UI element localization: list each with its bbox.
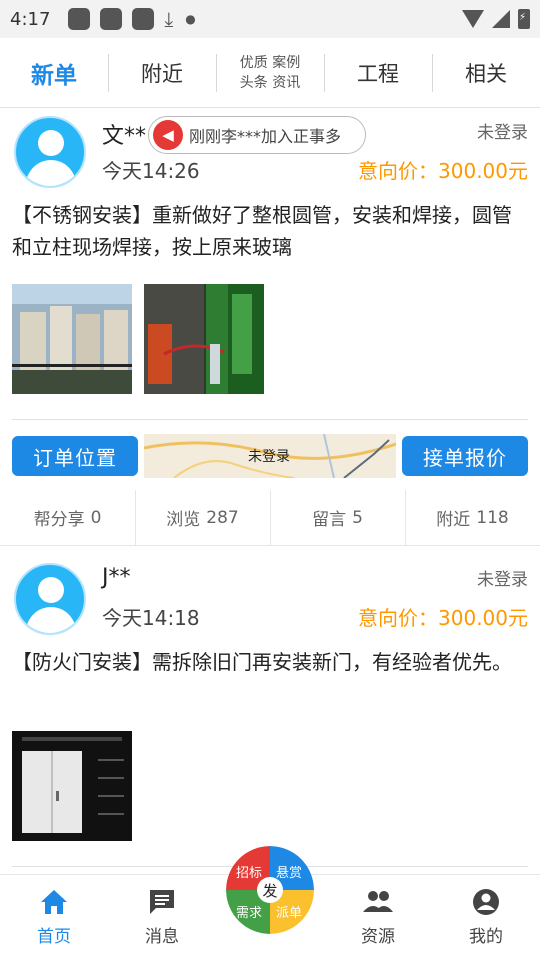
wifi-icon <box>462 10 484 28</box>
profile-icon <box>473 889 499 915</box>
username: 文** <box>102 124 147 149</box>
nearby-stat[interactable]: 附近 118 <box>405 490 540 546</box>
order-location-button[interactable]: 订单位置 <box>12 436 138 476</box>
photo-thumbnail[interactable] <box>12 284 132 394</box>
tab-new-orders[interactable]: 新单 <box>0 54 108 92</box>
fab-segment-dispatch: 派单 <box>276 906 303 921</box>
publish-button[interactable]: 招标 悬赏 需求 派单 发 <box>226 846 314 934</box>
order-description: 【不锈钢安装】重新做好了整根圆管，安装和焊接，圆管和立柱现场焊接，按上原来玻璃 <box>12 203 512 259</box>
location-map[interactable]: 未登录 <box>144 434 396 478</box>
share-stat[interactable]: 帮分享 0 <box>0 490 135 545</box>
intended-price: 意向价：300.00元 <box>358 159 528 183</box>
map-label: 未登录 <box>248 449 290 465</box>
order-actions: 订单位置 未登录 接单报价 <box>12 434 528 478</box>
nav-messages[interactable]: 消息 <box>108 875 216 960</box>
login-status: 未登录 <box>477 123 528 143</box>
fab-segment-tender: 招标 <box>236 866 263 881</box>
photo-thumbnail[interactable] <box>12 731 132 841</box>
order-card[interactable]: 文** 未登录 今天14:26 意向价：300.00元 【不锈钢安装】重新做好了… <box>0 108 540 548</box>
tab-engineering[interactable]: 工程 <box>324 53 432 92</box>
tab-featured[interactable]: 优质 案例 头条 资讯 <box>216 53 324 92</box>
home-icon <box>41 890 67 914</box>
tab-nearby[interactable]: 附近 <box>108 53 216 92</box>
nav-resources[interactable]: 资源 <box>324 875 432 960</box>
avatar[interactable] <box>14 563 86 635</box>
nav-home[interactable]: 首页 <box>0 875 108 960</box>
nav-profile[interactable]: 我的 <box>432 875 540 960</box>
tab-featured-line2: 头条 资讯 <box>239 74 301 91</box>
photo-thumbnail[interactable] <box>144 284 264 394</box>
tab-featured-line1: 优质 案例 <box>239 54 301 71</box>
download-icon: ⤓ <box>164 7 174 31</box>
avatar[interactable] <box>14 116 86 188</box>
username: J** <box>102 565 131 590</box>
join-notice: ◀ 刚刚李***加入正事多 <box>148 116 366 154</box>
more-notifications-icon: ● <box>185 12 196 26</box>
status-time: 4:17 <box>10 8 51 30</box>
order-stats: 帮分享 0 浏览 287 留言 5 附近 118 <box>0 490 540 546</box>
message-icon <box>150 890 174 914</box>
post-time: 今天14:26 <box>102 159 200 183</box>
login-status: 未登录 <box>477 570 528 590</box>
divider <box>12 419 528 420</box>
intended-price: 意向价：300.00元 <box>358 606 528 630</box>
order-description: 【防火门安装】需拆除旧门再安装新门，有经验者优先。 <box>12 650 512 674</box>
comments-stat[interactable]: 留言 5 <box>270 490 405 546</box>
fab-segment-demand: 需求 <box>236 906 263 921</box>
speaker-icon: ◀ <box>153 120 183 150</box>
fab-center-label: 发 <box>257 877 283 903</box>
battery-icon <box>518 9 530 29</box>
signal-icon <box>492 10 510 28</box>
views-stat: 浏览 287 <box>135 490 270 546</box>
status-bar: 4:17 ⤓ ● <box>0 0 540 38</box>
notification-icon <box>100 8 123 30</box>
order-card[interactable]: J** 未登录 今天14:18 意向价：300.00元 【防火门安装】需拆除旧门… <box>0 555 540 873</box>
notification-icon <box>132 8 155 30</box>
notice-text: 刚刚李***加入正事多 <box>189 127 342 146</box>
tab-related[interactable]: 相关 <box>432 53 540 92</box>
post-time: 今天14:18 <box>102 606 200 630</box>
category-tabs: 新单 附近 优质 案例 头条 资讯 工程 相关 <box>0 38 540 108</box>
notification-icon <box>68 8 91 30</box>
quote-button[interactable]: 接单报价 <box>402 436 528 476</box>
people-icon <box>363 891 393 912</box>
fab-segment-reward: 悬赏 <box>276 866 303 881</box>
